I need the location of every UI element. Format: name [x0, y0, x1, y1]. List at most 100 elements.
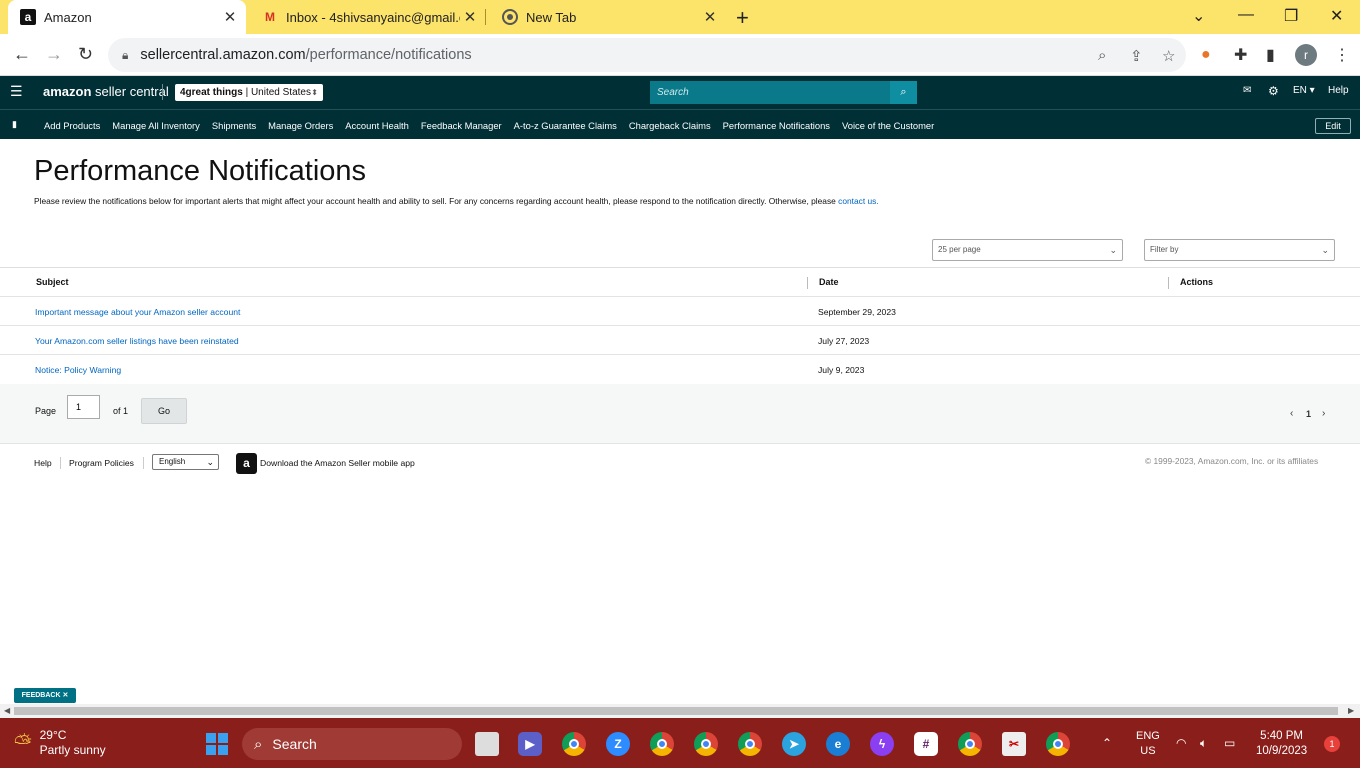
close-tab-icon[interactable]: ✕: [700, 8, 720, 26]
share-icon[interactable]: ⇪: [1130, 47, 1143, 65]
messenger-icon[interactable]: ϟ: [870, 732, 894, 756]
extension-orange-icon[interactable]: ●: [1201, 46, 1211, 64]
nav-a-to-z-claims[interactable]: A-to-z Guarantee Claims: [508, 120, 623, 131]
chrome-app-icon[interactable]: [562, 732, 586, 756]
search-input[interactable]: Search: [650, 81, 890, 104]
gear-icon[interactable]: ⚙: [1268, 84, 1279, 98]
back-arrow-icon[interactable]: ←: [13, 44, 31, 65]
task-view-icon[interactable]: [475, 732, 499, 756]
weather-widget[interactable]: ⛅︎ 29°C Partly sunny: [14, 728, 106, 758]
zoom-icon[interactable]: ⌕: [1098, 47, 1106, 64]
edge-icon[interactable]: e: [826, 732, 850, 756]
scroll-right-icon[interactable]: ▶: [1348, 706, 1354, 715]
footer-language-select[interactable]: English ⌄: [152, 454, 219, 470]
taskbar-search[interactable]: ⌕ Search: [242, 728, 462, 760]
input-language[interactable]: ENG US: [1136, 729, 1160, 759]
page-footer: Help Program Policies English ⌄ a Downloa…: [0, 450, 1360, 476]
mail-icon[interactable]: ✉: [1243, 85, 1251, 96]
nav-performance-notifications[interactable]: Performance Notifications: [717, 120, 836, 131]
side-panel-icon[interactable]: ▮: [1266, 45, 1275, 65]
current-page-number[interactable]: 1: [1306, 409, 1311, 419]
chrome-profile-icon[interactable]: [738, 732, 762, 756]
footer-help-link[interactable]: Help: [34, 458, 52, 468]
nav-chargeback-claims[interactable]: Chargeback Claims: [623, 120, 717, 131]
volume-icon[interactable]: 🔈︎: [1200, 736, 1207, 751]
tab-search-chevron-icon[interactable]: ⌄: [1192, 6, 1205, 26]
close-tab-icon[interactable]: ✕: [220, 8, 240, 26]
hamburger-menu-icon[interactable]: ☰: [10, 83, 23, 100]
scroll-left-icon[interactable]: ◀: [4, 706, 10, 715]
chrome-profile-icon[interactable]: [650, 732, 674, 756]
notification-subject-link[interactable]: Important message about your Amazon sell…: [35, 307, 240, 317]
go-button[interactable]: Go: [141, 398, 187, 424]
clock[interactable]: 5:40 PM 10/9/2023: [1256, 729, 1307, 759]
zoom-app-icon[interactable]: Z: [606, 732, 630, 756]
weather-condition: Partly sunny: [39, 743, 106, 757]
new-tab-plus-icon[interactable]: +: [736, 5, 749, 31]
table-header: Subject Date Actions: [0, 268, 1360, 297]
address-bar[interactable]: 🔒︎ sellercentral.amazon.com/performance/…: [108, 38, 1186, 72]
scrollbar-thumb[interactable]: [14, 707, 1338, 715]
download-app-link[interactable]: Download the Amazon Seller mobile app: [260, 458, 415, 468]
reload-icon[interactable]: ↻: [78, 44, 93, 65]
show-hidden-icons-chevron[interactable]: ⌃: [1102, 736, 1112, 750]
nav-add-products[interactable]: Add Products: [38, 120, 106, 131]
header-date[interactable]: Date: [819, 277, 839, 287]
chevron-down-icon: ⌄: [1321, 245, 1329, 255]
per-page-select[interactable]: 25 per page ⌄: [932, 239, 1123, 261]
tab-new-tab[interactable]: New Tab ✕: [490, 0, 726, 34]
tab-gmail[interactable]: M Inbox - 4shivsanyainc@gmail.co ✕: [250, 0, 486, 34]
windows-taskbar: ⛅︎ 29°C Partly sunny ⌕ Search ▶ Z ➤ e ϟ # …: [0, 718, 1360, 768]
close-tab-icon[interactable]: ✕: [460, 8, 480, 26]
notification-subject-link[interactable]: Notice: Policy Warning: [35, 365, 121, 375]
nav-account-health[interactable]: Account Health: [339, 120, 415, 131]
more-menu-icon[interactable]: ⋮: [1334, 45, 1350, 65]
notification-subject-link[interactable]: Your Amazon.com seller listings have bee…: [35, 336, 239, 346]
tab-title: New Tab: [526, 9, 577, 25]
chrome-profile-icon[interactable]: [1046, 732, 1070, 756]
page-number-input[interactable]: [67, 395, 100, 419]
nav-manage-orders[interactable]: Manage Orders: [262, 120, 339, 131]
previous-page-icon[interactable]: ‹: [1290, 408, 1293, 419]
telegram-icon[interactable]: ➤: [782, 732, 806, 756]
table-row: Notice: Policy Warning July 9, 2023: [0, 355, 1360, 384]
sort-arrows-icon: ⬍: [311, 88, 318, 97]
snipping-tool-icon[interactable]: ✂: [1002, 732, 1026, 756]
chrome-active-icon[interactable]: [958, 732, 982, 756]
extensions-puzzle-icon[interactable]: ✚: [1234, 45, 1247, 65]
forward-arrow-icon[interactable]: →: [45, 44, 63, 65]
footer-program-policies-link[interactable]: Program Policies: [69, 458, 134, 468]
header-subject[interactable]: Subject: [36, 277, 69, 287]
chrome-profile-icon[interactable]: [694, 732, 718, 756]
close-window-icon[interactable]: ✕: [1330, 6, 1343, 26]
horizontal-scrollbar[interactable]: ◀ ▶: [0, 704, 1360, 718]
search-button[interactable]: ⌕: [890, 81, 917, 104]
feedback-button[interactable]: FEEDBACK ✕: [14, 688, 76, 703]
next-page-icon[interactable]: ›: [1322, 408, 1325, 419]
teams-icon[interactable]: ▶: [518, 732, 542, 756]
battery-icon[interactable]: ▭: [1224, 736, 1235, 750]
bookmark-icon[interactable]: ▮: [12, 119, 17, 130]
nav-shipments[interactable]: Shipments: [206, 120, 262, 131]
tab-amazon[interactable]: a Amazon ✕: [8, 0, 246, 34]
store-selector[interactable]: 4great things | United States ⬍: [175, 84, 323, 101]
amazon-app-icon[interactable]: a: [236, 453, 257, 474]
nav-voice-of-customer[interactable]: Voice of the Customer: [836, 120, 940, 131]
nav-feedback-manager[interactable]: Feedback Manager: [415, 120, 508, 131]
nav-manage-all-inventory[interactable]: Manage All Inventory: [106, 120, 206, 131]
profile-avatar[interactable]: r: [1295, 44, 1317, 66]
edit-nav-button[interactable]: Edit: [1315, 118, 1351, 134]
wifi-icon[interactable]: ◠: [1176, 736, 1186, 750]
restore-icon[interactable]: ❐: [1284, 6, 1298, 26]
help-link[interactable]: Help: [1328, 85, 1349, 96]
bookmark-star-icon[interactable]: ☆: [1162, 47, 1175, 65]
seller-central-logo[interactable]: amazon seller central: [43, 84, 169, 99]
filter-select[interactable]: Filter by ⌄: [1144, 239, 1335, 261]
language-selector[interactable]: EN ▾: [1293, 85, 1315, 96]
contact-us-link[interactable]: contact us.: [838, 196, 879, 206]
minimize-icon[interactable]: —: [1238, 6, 1254, 24]
amazon-favicon-icon: a: [20, 9, 36, 25]
slack-icon[interactable]: #: [914, 732, 938, 756]
notification-badge[interactable]: 1: [1324, 736, 1340, 752]
windows-start-icon[interactable]: [206, 733, 228, 755]
